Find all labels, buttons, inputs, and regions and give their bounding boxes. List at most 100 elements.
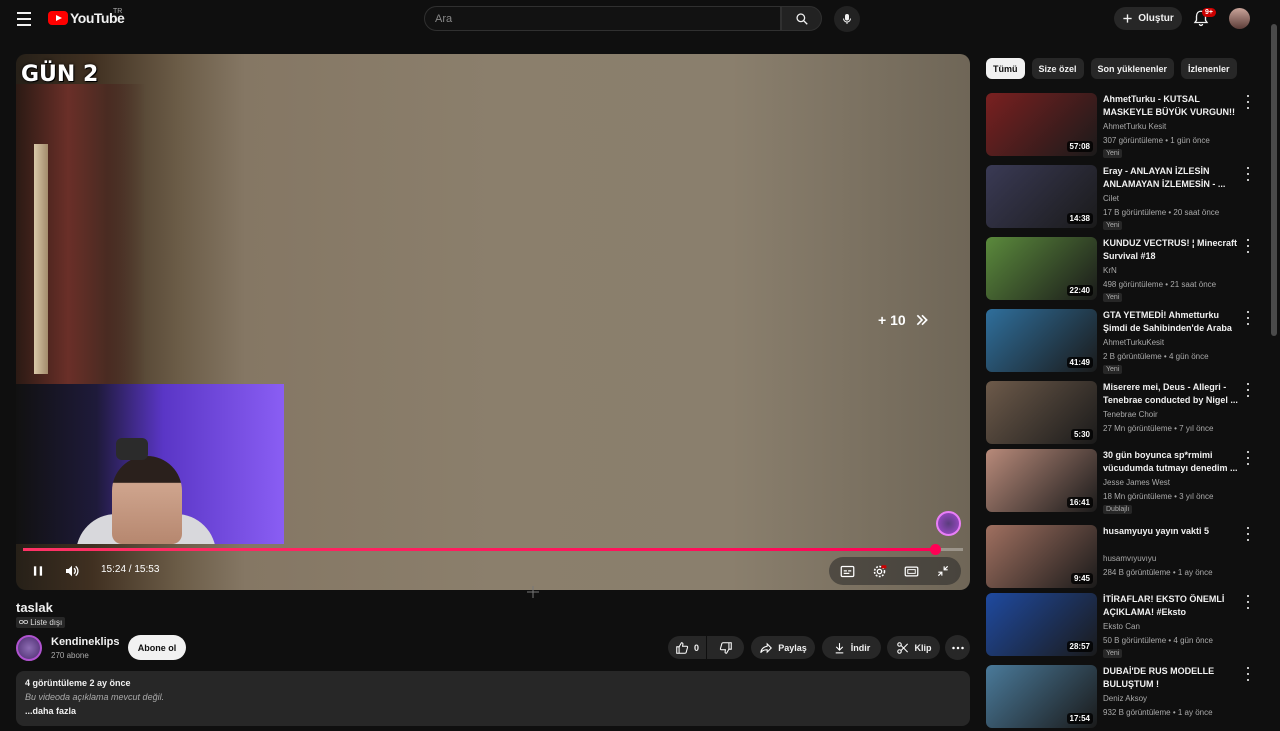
recommendation-stats: 932 B görüntüleme • 1 ay önce: [1103, 708, 1213, 717]
recommendation-badge: Yeni: [1103, 365, 1123, 374]
fullscreen-exit-button[interactable]: [933, 562, 953, 580]
recommendation-channel[interactable]: AhmetTurku Kesit: [1103, 122, 1166, 131]
recommendation-channel[interactable]: Tenebrae Choir: [1103, 410, 1158, 419]
webcam-overlay: [16, 384, 284, 544]
description-box[interactable]: 4 görüntüleme 2 ay önce Bu videoda açıkl…: [16, 671, 970, 726]
more-options-icon[interactable]: [1244, 311, 1252, 325]
more-options-icon[interactable]: [1244, 239, 1252, 253]
more-options-icon[interactable]: [1244, 667, 1252, 681]
dislike-button[interactable]: [707, 636, 744, 659]
recommendation-channel[interactable]: Deniz Aksoy: [1103, 694, 1147, 703]
recommendation-title[interactable]: DUBAİ'DE RUS MODELLE BULUŞTUM !: [1103, 665, 1240, 691]
recommendation-thumbnail[interactable]: 41:49: [986, 309, 1097, 372]
recommendation-item[interactable]: 9:45 husamyuyu yayın vakti 5 husamvıyuvıyu…: [986, 525, 1256, 591]
page-scrollbar[interactable]: [1270, 0, 1278, 720]
volume-button[interactable]: [62, 561, 82, 581]
theater-mode-button[interactable]: [901, 562, 921, 580]
recommendation-title[interactable]: Eray - ANLAYAN İZLESİN ANLAMAYAN İZLEMES…: [1103, 165, 1240, 191]
recommendation-channel[interactable]: husamvıyuvıyu: [1103, 554, 1156, 563]
menu-icon[interactable]: [12, 8, 36, 30]
subtitles-button[interactable]: [837, 562, 857, 580]
recommendation-title[interactable]: İTİRAFLAR! EKSTO ÖNEMLİ AÇIKLAMA! #Eksto: [1103, 593, 1240, 619]
recommendation-channel[interactable]: KrN: [1103, 266, 1117, 275]
share-button[interactable]: Paylaş: [751, 636, 815, 659]
more-options-icon[interactable]: [1244, 451, 1252, 465]
recommendation-thumbnail[interactable]: 17:54: [986, 665, 1097, 728]
recommendation-item[interactable]: 28:57 İTİRAFLAR! EKSTO ÖNEMLİ AÇIKLAMA! #…: [986, 593, 1256, 659]
recommendation-item[interactable]: 17:54 DUBAİ'DE RUS MODELLE BULUŞTUM ! Deni…: [986, 665, 1256, 731]
theater-icon: [904, 566, 918, 576]
recommendation-thumbnail[interactable]: 16:41: [986, 449, 1097, 512]
search-button[interactable]: [781, 6, 822, 31]
recommendation-thumbnail[interactable]: 5:30: [986, 381, 1097, 444]
channel-name[interactable]: Kendineklips: [51, 636, 119, 648]
video-duration: 14:38: [1066, 213, 1093, 224]
scissors-icon: [896, 641, 908, 654]
recommendation-title[interactable]: Miserere mei, Deus - Allegri - Tenebrae …: [1103, 381, 1240, 407]
recommendation-channel[interactable]: Ekstо Can: [1103, 622, 1140, 631]
recommendation-thumbnail[interactable]: 57:08: [986, 93, 1097, 156]
collapse-icon: [937, 565, 949, 577]
progress-scrubber[interactable]: [929, 544, 941, 555]
recommendation-channel[interactable]: AhmetTurkuKesit: [1103, 338, 1164, 347]
filter-chips: Tümü Size özel Son yüklenenler İzlenenle…: [986, 58, 1237, 79]
like-count: 0: [693, 642, 699, 653]
like-button[interactable]: 0: [668, 636, 706, 659]
recommendation-item[interactable]: 16:41 30 gün boyunca sp*rmimi vücudumda t…: [986, 449, 1256, 515]
settings-button[interactable]: [869, 562, 889, 580]
youtube-play-icon: [48, 11, 68, 25]
plus-icon: [1123, 14, 1132, 23]
player-right-controls: [829, 557, 961, 585]
clip-button[interactable]: Klip: [887, 636, 940, 659]
recommendation-item[interactable]: 5:30 Miserere mei, Deus - Allegri - Teneb…: [986, 381, 1256, 447]
video-frame-door: [16, 84, 146, 404]
recommendation-item[interactable]: 57:08 AhmetTurku - KUTSAL MASKEYLE BÜYÜK …: [986, 93, 1256, 159]
youtube-logo[interactable]: YouTube TR: [48, 8, 125, 26]
chip-for-you[interactable]: Size özel: [1031, 58, 1084, 79]
chip-watched[interactable]: İzlenenler: [1181, 58, 1237, 79]
recommendation-thumbnail[interactable]: 9:45: [986, 525, 1097, 588]
recommendation-thumbnail[interactable]: 22:40: [986, 237, 1097, 300]
more-options-icon[interactable]: [1244, 527, 1252, 541]
scrollbar-thumb[interactable]: [1271, 24, 1277, 336]
recommendation-title[interactable]: husamyuyu yayın vakti 5: [1103, 525, 1240, 538]
recommendation-thumbnail[interactable]: 28:57: [986, 593, 1097, 656]
account-avatar[interactable]: [1229, 8, 1250, 29]
video-duration: 57:08: [1066, 141, 1093, 152]
recommendation-title[interactable]: KUNDUZ VECTRUS! ¦ Minecraft Survival #18: [1103, 237, 1240, 263]
recommendation-title[interactable]: 30 gün boyunca sp*rmimi vücudumda tutmay…: [1103, 449, 1240, 475]
recommendation-channel[interactable]: Cilet: [1103, 194, 1119, 203]
channel-watermark[interactable]: [936, 511, 961, 536]
more-options-icon[interactable]: [1244, 167, 1252, 181]
voice-search-button[interactable]: [834, 6, 860, 32]
recommendation-channel[interactable]: Jesse James West: [1103, 478, 1170, 487]
video-duration: 5:30: [1070, 429, 1093, 440]
more-horizontal-icon: [951, 646, 964, 649]
show-more-link[interactable]: ...daha fazla: [25, 706, 961, 716]
download-label: İndir: [850, 642, 871, 653]
subscribe-button[interactable]: Abone ol: [128, 635, 186, 660]
recommendation-stats: 50 B görüntüleme • 4 gün önce: [1103, 636, 1213, 645]
chip-recently-uploaded[interactable]: Son yüklenenler: [1090, 58, 1175, 79]
search-input[interactable]: Ara: [424, 6, 781, 31]
progress-bar[interactable]: [23, 544, 963, 555]
recommendation-title[interactable]: AhmetTurku - KUTSAL MASKEYLE BÜYÜK VURGU…: [1103, 93, 1240, 119]
more-options-icon[interactable]: [1244, 383, 1252, 397]
recommendation-title[interactable]: GTA YETMEDİ! Ahmetturku Şimdi de Sahibin…: [1103, 309, 1240, 335]
more-options-icon[interactable]: [1244, 595, 1252, 609]
recommendation-badge: Dublajlı: [1103, 505, 1133, 514]
channel-avatar[interactable]: [16, 635, 42, 661]
recommendation-thumbnail[interactable]: 14:38: [986, 165, 1097, 228]
recommendation-item[interactable]: 22:40 KUNDUZ VECTRUS! ¦ Minecraft Surviva…: [986, 237, 1256, 303]
download-button[interactable]: İndir: [822, 636, 881, 659]
pause-button[interactable]: [28, 561, 48, 581]
create-button[interactable]: Oluştur: [1114, 7, 1182, 30]
more-actions-button[interactable]: [945, 635, 970, 660]
chip-all[interactable]: Tümü: [986, 58, 1025, 79]
top-bar: YouTube TR Ara Oluştur 9+: [0, 0, 1280, 38]
link-icon: [19, 620, 28, 624]
recommendation-item[interactable]: 14:38 Eray - ANLAYAN İZLESİN ANLAMAYAN İZ…: [986, 165, 1256, 231]
more-options-icon[interactable]: [1244, 95, 1252, 109]
recommendation-item[interactable]: 41:49 GTA YETMEDİ! Ahmetturku Şimdi de Sa…: [986, 309, 1256, 375]
video-player[interactable]: GÜN 2 + 10 15:24 / 15:53: [16, 54, 970, 590]
